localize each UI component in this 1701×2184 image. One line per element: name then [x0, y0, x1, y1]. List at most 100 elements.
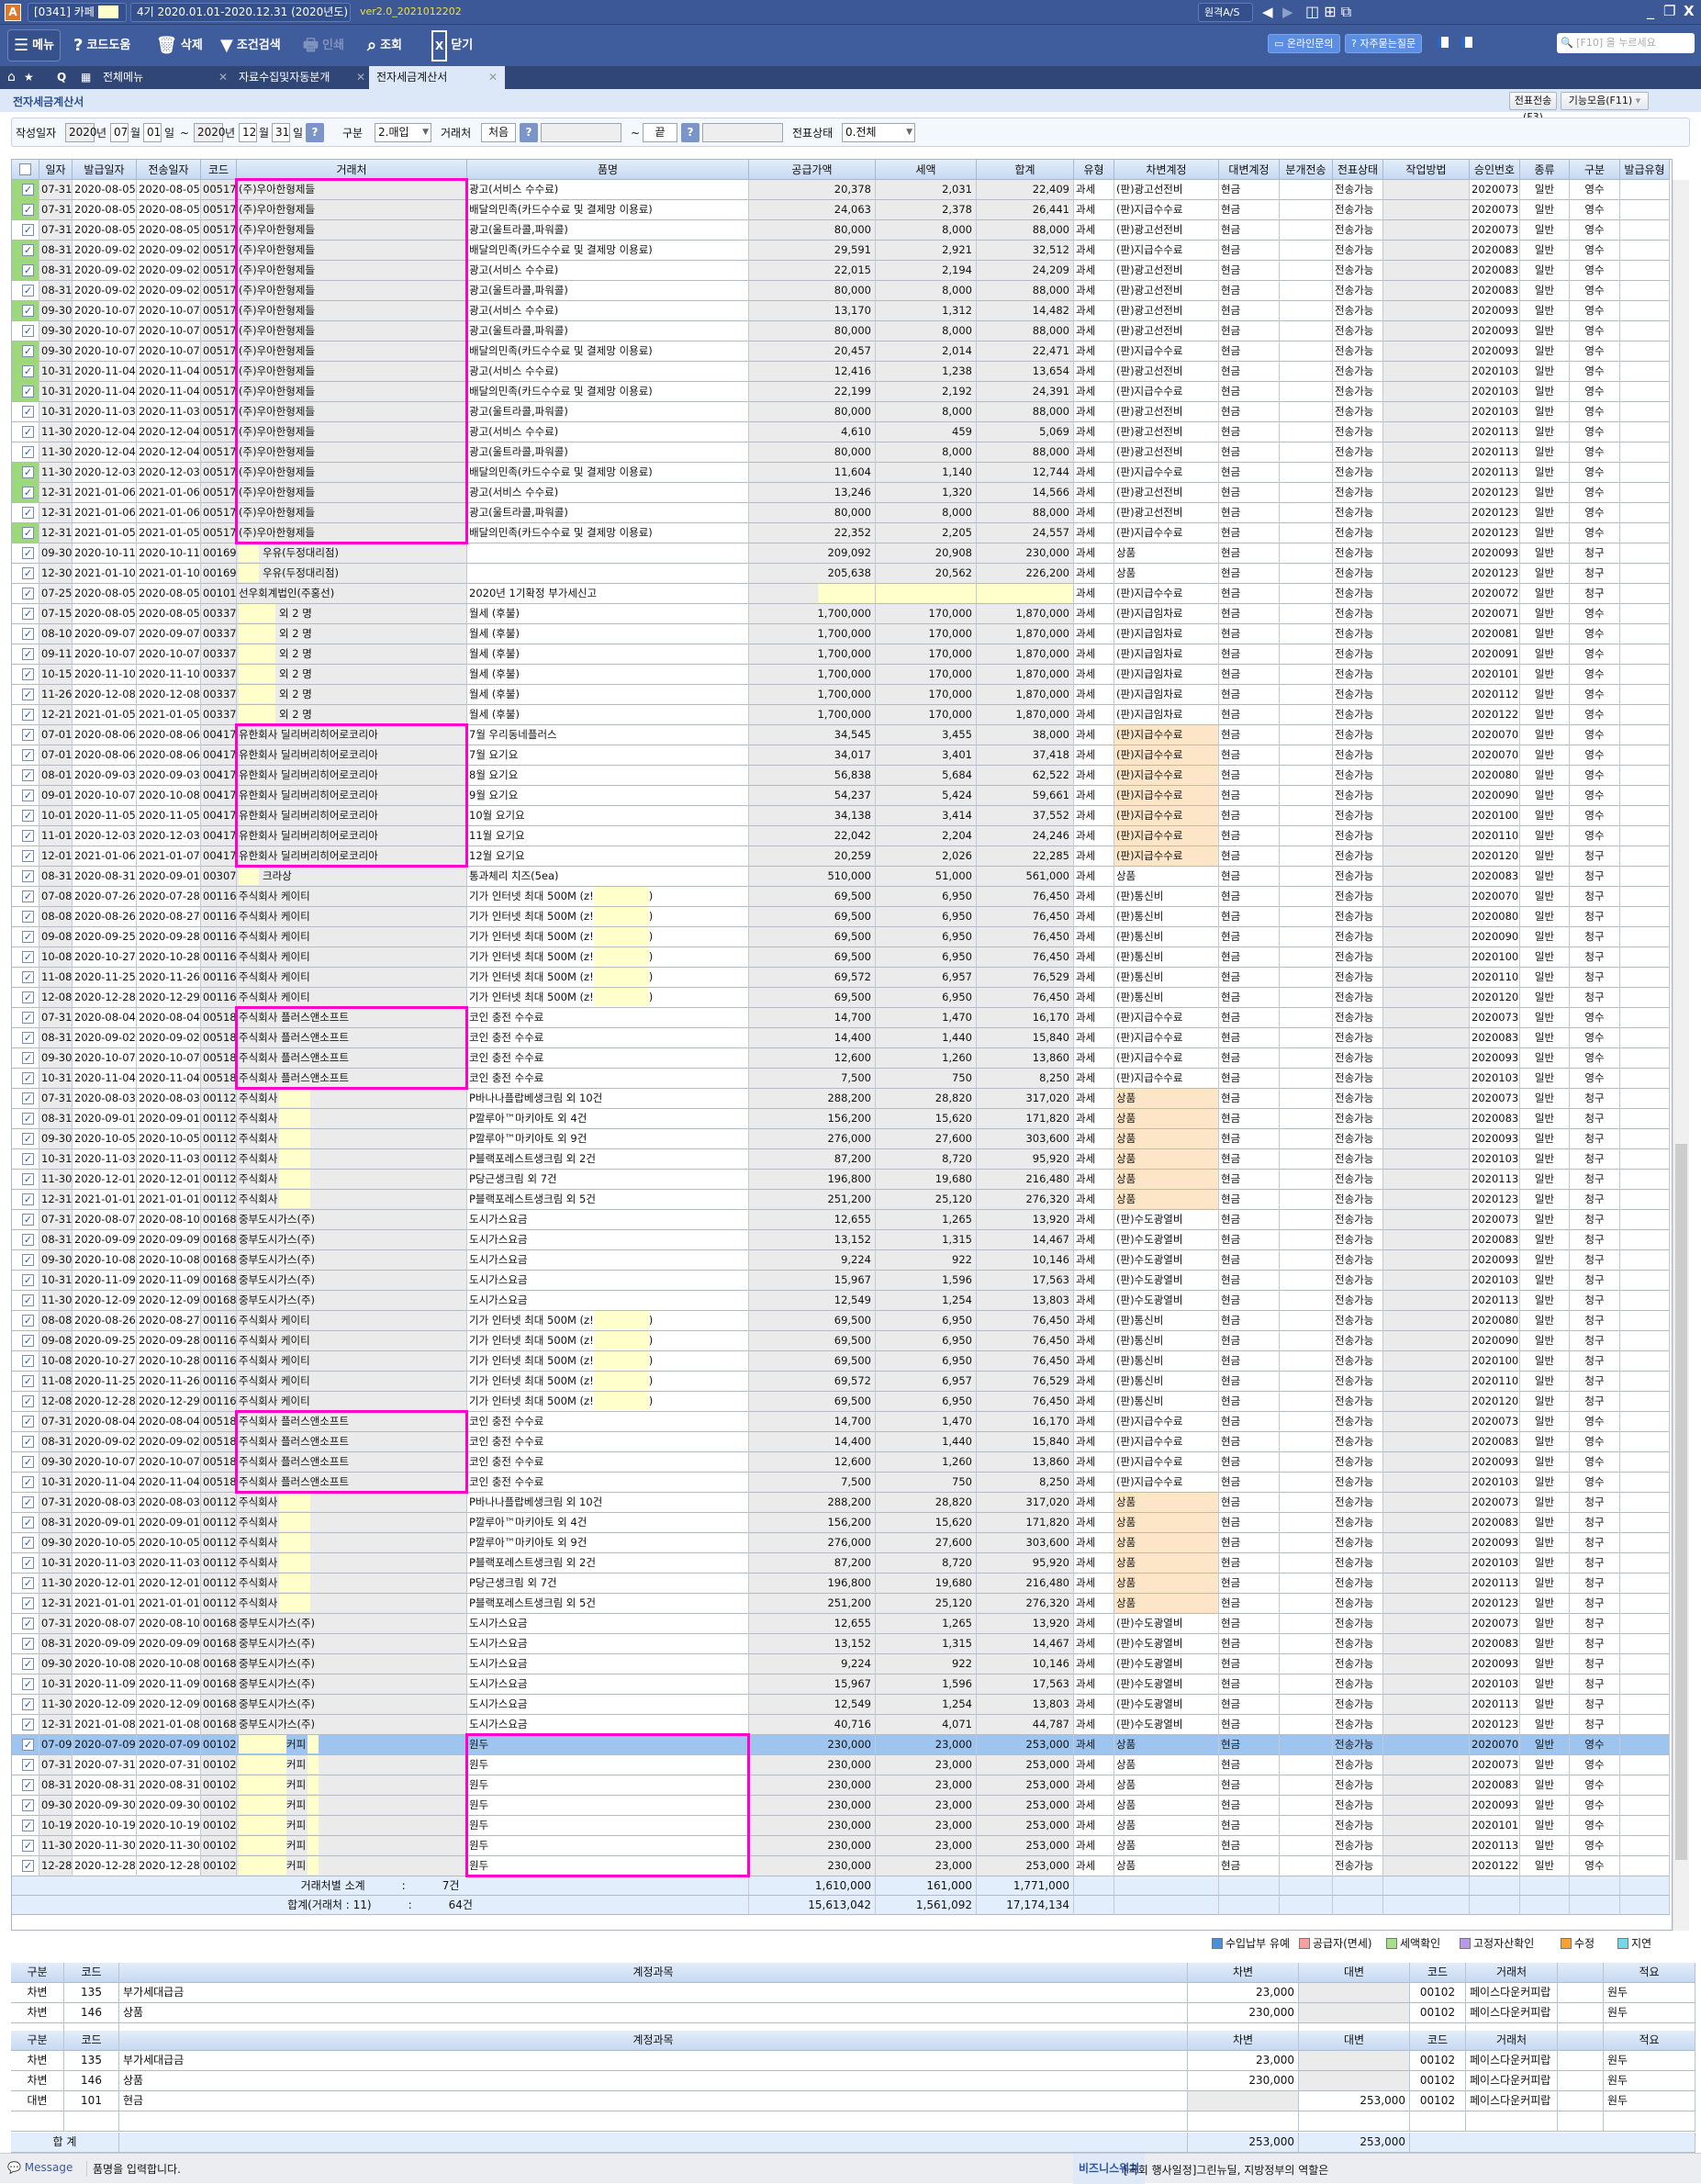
journal-cell-vendor-code[interactable]: 00102: [1410, 1983, 1466, 2003]
grid-scrollbar[interactable]: [1673, 180, 1689, 1931]
journal-cell-vendor-code[interactable]: 00102: [1410, 2091, 1466, 2111]
cell-select[interactable]: ✓: [12, 1755, 39, 1775]
journal-cell-blank[interactable]: [1558, 2003, 1604, 2023]
row-checkbox[interactable]: ✓: [22, 1375, 34, 1387]
row-checkbox[interactable]: ✓: [22, 1355, 34, 1367]
row-checkbox[interactable]: ✓: [22, 911, 34, 923]
header-select[interactable]: [12, 160, 39, 180]
cell-select[interactable]: ✓: [12, 766, 39, 786]
cell-select[interactable]: ✓: [12, 564, 39, 584]
row-checkbox[interactable]: ✓: [22, 870, 34, 882]
vendor-from-name[interactable]: [541, 123, 621, 142]
journal-cell-account[interactable]: 상품: [119, 2071, 1188, 2091]
journal-cell-debit[interactable]: 230,000: [1188, 2003, 1299, 2023]
cell-select[interactable]: ✓: [12, 725, 39, 745]
row-checkbox[interactable]: ✓: [22, 1759, 34, 1771]
row-checkbox[interactable]: ✓: [22, 547, 34, 559]
header-tax-amount[interactable]: 세액: [876, 160, 977, 180]
row-checkbox[interactable]: ✓: [22, 790, 34, 801]
row-checkbox[interactable]: ✓: [22, 1638, 34, 1650]
cell-select[interactable]: ✓: [12, 422, 39, 442]
cell-select[interactable]: ✓: [12, 604, 39, 624]
cell-select[interactable]: ✓: [12, 1715, 39, 1735]
cell-select[interactable]: ✓: [12, 261, 39, 281]
to-month-input[interactable]: 12: [239, 123, 257, 142]
cell-select[interactable]: ✓: [12, 867, 39, 887]
row-checkbox[interactable]: ✓: [22, 1254, 34, 1266]
menu-button[interactable]: ☰ 메뉴: [7, 29, 62, 62]
cell-select[interactable]: ✓: [12, 705, 39, 725]
row-checkbox[interactable]: ✓: [22, 689, 34, 700]
journal-cell-vendor[interactable]: 페이스다운커피랍: [1466, 2071, 1558, 2091]
cell-select[interactable]: ✓: [12, 685, 39, 705]
cell-select[interactable]: ✓: [12, 402, 39, 422]
row-checkbox[interactable]: ✓: [22, 466, 34, 478]
cell-select[interactable]: ✓: [12, 1149, 39, 1170]
select-all-checkbox[interactable]: [19, 163, 31, 175]
row-checkbox[interactable]: ✓: [22, 365, 34, 377]
journal-cell-memo[interactable]: 원두: [1604, 2091, 1695, 2111]
row-checkbox[interactable]: ✓: [22, 1012, 34, 1024]
to-day-input[interactable]: 31: [272, 123, 290, 142]
tab-close-icon[interactable]: ✕: [349, 66, 365, 89]
row-checkbox[interactable]: ✓: [22, 1860, 34, 1872]
row-checkbox[interactable]: ✓: [22, 1052, 34, 1064]
search-tab-icon[interactable]: Q: [50, 66, 66, 89]
row-checkbox[interactable]: ✓: [22, 1739, 34, 1751]
cell-select[interactable]: ✓: [12, 200, 39, 220]
row-checkbox[interactable]: ✓: [22, 668, 34, 680]
journal-cell-blank[interactable]: [1558, 2051, 1604, 2071]
header-vendor[interactable]: 거래처: [237, 160, 467, 180]
row-checkbox[interactable]: ✓: [22, 1274, 34, 1286]
header-work-method[interactable]: 작업방법: [1383, 160, 1470, 180]
journal-cell-code[interactable]: 135: [64, 2051, 119, 2071]
cell-select[interactable]: ✓: [12, 543, 39, 564]
row-checkbox[interactable]: ✓: [22, 971, 34, 983]
cell-select[interactable]: ✓: [12, 644, 39, 665]
row-checkbox[interactable]: ✓: [22, 1032, 34, 1044]
cell-select[interactable]: ✓: [12, 1331, 39, 1351]
row-checkbox[interactable]: ✓: [22, 1092, 34, 1104]
cell-select[interactable]: ✓: [12, 786, 39, 806]
header-item[interactable]: 품명: [467, 160, 749, 180]
row-checkbox[interactable]: ✓: [22, 830, 34, 842]
journal-cell-debit[interactable]: 23,000: [1188, 2051, 1299, 2071]
print-button[interactable]: 🖶 인쇄: [303, 32, 344, 60]
cell-select[interactable]: ✓: [12, 1069, 39, 1089]
row-checkbox[interactable]: ✓: [22, 1496, 34, 1508]
row-checkbox[interactable]: ✓: [22, 224, 34, 236]
to-year-input[interactable]: 2020: [194, 123, 226, 142]
cell-select[interactable]: ✓: [12, 907, 39, 927]
row-checkbox[interactable]: ✓: [22, 890, 34, 902]
journal-cell-code[interactable]: [64, 2111, 119, 2132]
header-debit-account[interactable]: 차변계정: [1114, 160, 1219, 180]
journal-cell-side[interactable]: 차변: [11, 2051, 64, 2071]
row-checkbox[interactable]: ✓: [22, 1335, 34, 1347]
cell-select[interactable]: ✓: [12, 523, 39, 543]
search-button[interactable]: ⌕ 조회: [367, 32, 402, 60]
row-checkbox[interactable]: ✓: [22, 1537, 34, 1549]
minimize-icon[interactable]: _: [1647, 2, 1654, 19]
cell-select[interactable]: ✓: [12, 1089, 39, 1109]
row-checkbox[interactable]: ✓: [22, 1618, 34, 1630]
row-checkbox[interactable]: ✓: [22, 345, 34, 357]
cell-select[interactable]: ✓: [12, 503, 39, 523]
layout-icon[interactable]: ◫ ⊞ ⧉: [1305, 3, 1351, 21]
journal-cell-vendor[interactable]: 페이스다운커피랍: [1466, 1983, 1558, 2003]
row-checkbox[interactable]: ✓: [22, 1315, 34, 1327]
row-checkbox[interactable]: ✓: [22, 1678, 34, 1690]
journal-cell-side[interactable]: 대변: [11, 2091, 64, 2111]
cell-select[interactable]: ✓: [12, 1210, 39, 1230]
row-checkbox[interactable]: ✓: [22, 1820, 34, 1831]
row-checkbox[interactable]: ✓: [22, 264, 34, 276]
date-help-button[interactable]: ?: [306, 123, 324, 142]
row-checkbox[interactable]: ✓: [22, 608, 34, 620]
cell-select[interactable]: ✓: [12, 301, 39, 321]
remote-as-button[interactable]: 원격A/S: [1198, 3, 1253, 22]
cell-select[interactable]: ✓: [12, 1291, 39, 1311]
cell-select[interactable]: ✓: [12, 1634, 39, 1654]
journal-cell-account[interactable]: [119, 2111, 1188, 2132]
cell-select[interactable]: ✓: [12, 1856, 39, 1876]
row-checkbox[interactable]: ✓: [22, 1193, 34, 1205]
cell-select[interactable]: ✓: [12, 624, 39, 644]
